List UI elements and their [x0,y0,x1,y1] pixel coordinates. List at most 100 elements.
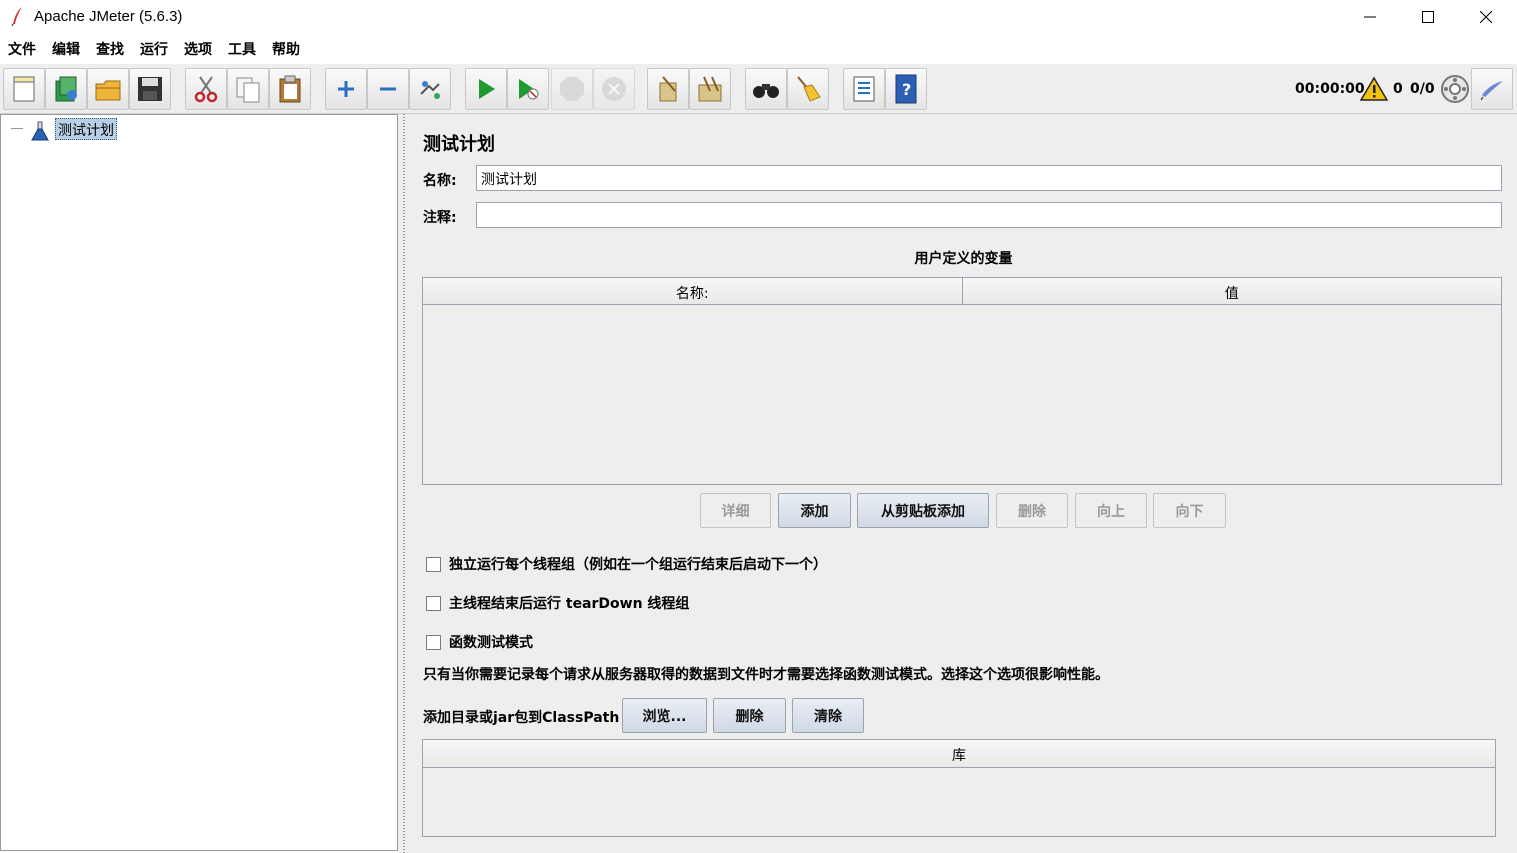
minimize-icon [1364,11,1376,23]
menu-edit[interactable]: 编辑 [44,36,88,62]
move-up-button[interactable]: 向上 [1075,493,1147,528]
name-field[interactable]: 测试计划 [476,165,1502,191]
reset-search-button[interactable] [787,68,829,110]
start-no-pauses-button[interactable] [507,68,549,110]
svg-text:?: ? [902,80,911,99]
function-helper-button[interactable] [843,68,885,110]
paste-button[interactable] [269,68,311,110]
column-header-name[interactable]: 名称: [423,278,963,304]
open-folder-icon [94,76,122,102]
stop-button[interactable] [551,68,593,110]
help-book-icon: ? [894,74,918,104]
checkbox[interactable] [426,634,441,650]
teardown-on-shutdown-option[interactable]: 主线程结束后运行 tearDown 线程组 [426,593,689,613]
tree-connector [11,128,23,129]
elapsed-timer: 00:00:00 [1295,81,1365,97]
column-header-value[interactable]: 值 [962,278,1501,304]
paste-icon [277,75,303,103]
plus-icon [335,78,357,100]
tree-node-test-plan[interactable]: 测试计划 [55,118,117,140]
classpath-clear-button[interactable]: 清除 [792,698,864,733]
maximize-icon [1422,11,1434,23]
warning-icon[interactable] [1360,64,1388,114]
add-button[interactable]: 添加 [778,493,851,528]
detail-button[interactable]: 详细 [700,493,771,528]
close-button[interactable] [1457,0,1515,34]
test-plan-tree[interactable]: 测试计划 [0,114,398,851]
menu-tools[interactable]: 工具 [220,36,264,62]
clear-icon [655,75,681,103]
templates-button[interactable] [45,68,87,110]
log-viewer-button[interactable] [1471,68,1513,110]
toggle-button[interactable] [409,68,451,110]
checkbox-label: 函数测试模式 [449,635,533,651]
table-header: 名称: 值 [423,278,1501,305]
close-icon [1480,11,1492,23]
menu-options[interactable]: 选项 [176,36,220,62]
broom-icon [794,75,822,103]
comment-field[interactable] [476,202,1502,228]
classpath-library-table[interactable]: 库 [422,739,1496,837]
play-no-timers-icon [516,77,540,101]
menu-search[interactable]: 查找 [88,36,132,62]
test-plan-panel: 测试计划 名称: 测试计划 注释: 用户定义的变量 名称: 值 详细 添加 从剪… [410,114,1517,853]
delete-button[interactable]: 删除 [996,493,1068,528]
server-status-icon [1440,64,1470,114]
expand-button[interactable] [325,68,367,110]
search-button[interactable] [745,68,787,110]
checkbox[interactable] [426,595,441,611]
toggle-icon [417,76,443,102]
classpath-label: 添加目录或jar包到ClassPath [423,710,620,726]
new-button[interactable] [3,68,45,110]
user-variables-table[interactable]: 名称: 值 [422,277,1502,485]
save-button[interactable] [129,68,171,110]
column-header-library[interactable]: 库 [423,740,1495,768]
serialize-thread-groups-option[interactable]: 独立运行每个线程组（例如在一个组运行结束后启动下一个） [426,554,827,574]
classpath-delete-button[interactable]: 删除 [713,698,786,733]
menu-bar: 文件 编辑 查找 运行 选项 工具 帮助 [0,36,1517,62]
templates-icon [52,75,80,103]
split-pane-divider[interactable] [398,114,410,853]
menu-help[interactable]: 帮助 [264,36,308,62]
minimize-button[interactable] [1341,0,1399,34]
collapse-button[interactable] [367,68,409,110]
cut-button[interactable] [185,68,227,110]
shutdown-icon [601,76,627,102]
shutdown-button[interactable] [593,68,635,110]
save-icon [137,76,163,102]
minus-icon [377,78,399,100]
clear-all-icon [696,75,724,103]
menu-file[interactable]: 文件 [0,36,44,62]
user-variables-caption: 用户定义的变量 [914,251,1013,267]
cut-icon [193,75,219,103]
name-label: 名称: [423,173,457,189]
flask-icon [31,121,49,145]
comment-label: 注释: [423,210,457,226]
jmeter-logo-icon [1479,77,1505,101]
checkbox[interactable] [426,556,441,572]
start-button[interactable] [465,68,507,110]
add-from-clipboard-button[interactable]: 从剪贴板添加 [857,493,989,528]
window-title: Apache JMeter (5.6.3) [34,8,183,25]
new-file-icon [11,75,37,103]
list-icon [851,75,877,103]
clear-button[interactable] [647,68,689,110]
checkbox-label: 独立运行每个线程组（例如在一个组运行结束后启动下一个） [449,557,827,573]
active-threads: 0/0 [1410,81,1435,97]
binoculars-icon [752,78,780,100]
open-button[interactable] [87,68,129,110]
functional-test-mode-option[interactable]: 函数测试模式 [426,632,533,652]
functional-mode-note: 只有当你需要记录每个请求从服务器取得的数据到文件时才需要选择函数测试模式。选择这… [423,667,1109,683]
menu-run[interactable]: 运行 [132,36,176,62]
copy-button[interactable] [227,68,269,110]
browse-button[interactable]: 浏览... [622,698,707,733]
toolbar: ? 00:00:00 0 0/0 [0,64,1517,114]
stop-icon [559,76,585,102]
move-down-button[interactable]: 向下 [1153,493,1226,528]
play-icon [475,77,497,101]
maximize-button[interactable] [1399,0,1457,34]
checkbox-label: 主线程结束后运行 tearDown 线程组 [449,596,690,612]
help-button[interactable]: ? [885,68,927,110]
copy-icon [234,75,262,103]
clear-all-button[interactable] [689,68,731,110]
